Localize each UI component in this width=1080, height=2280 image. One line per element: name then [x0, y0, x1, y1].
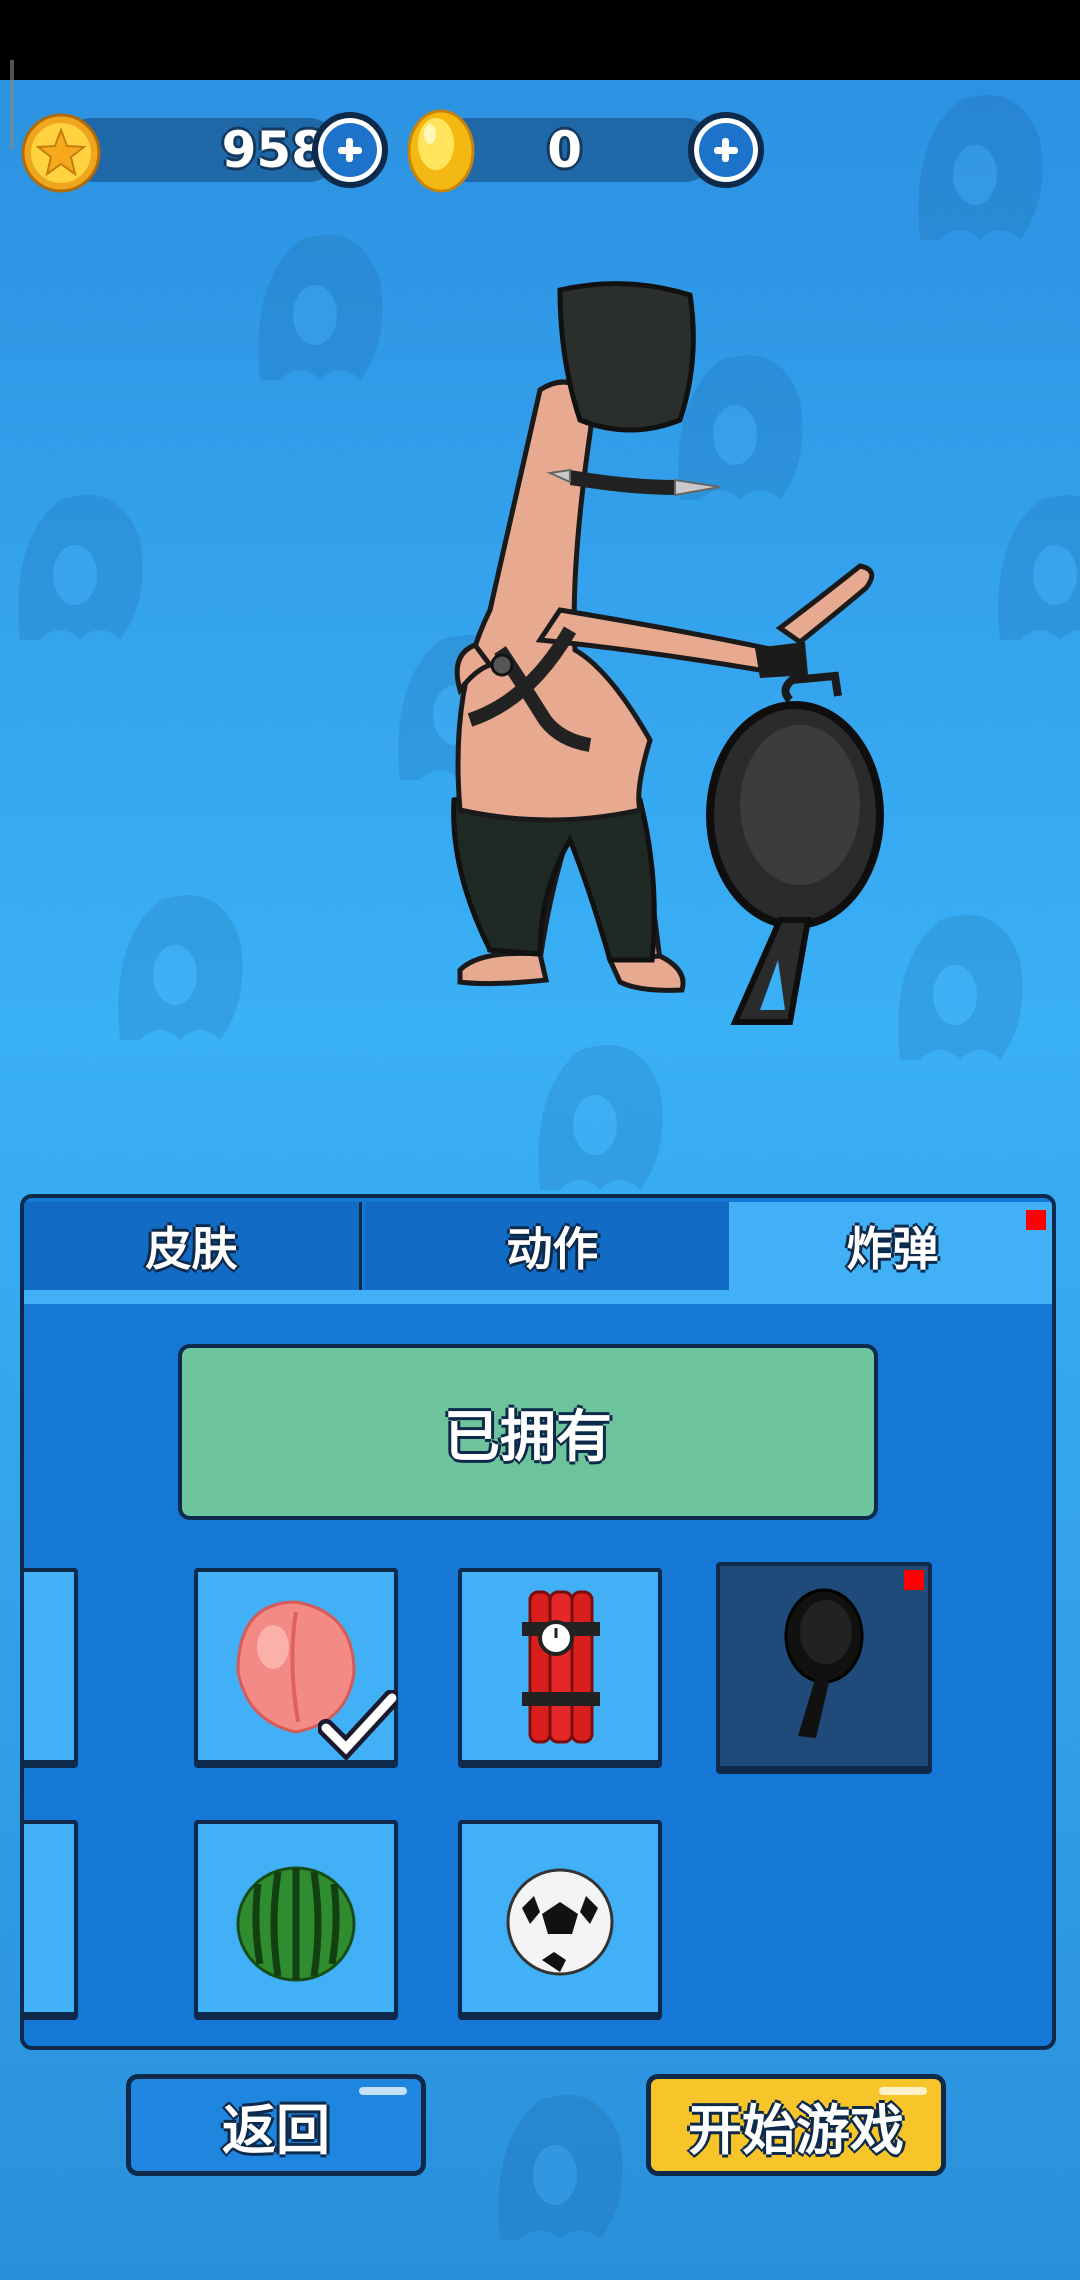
add-gold-button[interactable]	[688, 112, 764, 188]
gold-coin-icon	[407, 109, 475, 193]
owned-status-banner: 已拥有	[178, 1344, 878, 1520]
category-tabs: 皮肤 动作 炸弹	[24, 1198, 1052, 1298]
status-bar	[0, 0, 1080, 150]
item-panel: 皮肤 动作 炸弹 已拥有	[20, 1194, 1056, 2050]
ghost-icon	[898, 915, 1023, 1060]
tab-label: 皮肤	[145, 1222, 238, 1276]
ghost-icon	[258, 235, 383, 380]
frying-pan-icon	[784, 1588, 864, 1738]
star-count: 958	[221, 121, 326, 179]
item-slot-partial[interactable]	[24, 1568, 78, 1768]
ghost-icon	[998, 495, 1080, 640]
tab-label: 炸弹	[846, 1222, 939, 1276]
ghost-icon	[18, 495, 143, 640]
ghost-icon	[918, 95, 1043, 240]
item-dynamite[interactable]	[458, 1568, 662, 1768]
back-button-label: 返回	[222, 2098, 330, 2162]
star-currency: 958	[20, 112, 390, 193]
checkmark-icon	[318, 1690, 398, 1760]
watermelon-icon	[236, 1866, 356, 1982]
soccer-ball-icon	[506, 1868, 614, 1976]
item-peach[interactable]	[194, 1568, 398, 1768]
ghost-icon	[538, 1045, 663, 1190]
owned-status-label: 已拥有	[444, 1404, 612, 1470]
add-stars-button[interactable]	[312, 112, 388, 188]
ghost-icon	[498, 2095, 623, 2240]
item-soccer-ball[interactable]	[458, 1820, 662, 2020]
gold-count: 0	[547, 121, 582, 179]
start-game-button[interactable]: 开始游戏	[646, 2074, 946, 2176]
item-slot-partial[interactable]	[24, 1820, 78, 2020]
tab-actions[interactable]: 动作	[365, 1202, 743, 1290]
ghost-icon	[118, 895, 243, 1040]
tab-label: 动作	[506, 1222, 599, 1276]
new-badge	[1026, 1210, 1046, 1230]
tab-skins[interactable]: 皮肤	[24, 1202, 362, 1290]
gold-currency: 0	[406, 109, 766, 193]
new-badge	[904, 1570, 924, 1590]
start-game-button-label: 开始游戏	[688, 2098, 904, 2162]
item-watermelon[interactable]	[194, 1820, 398, 2020]
dynamite-icon	[522, 1590, 600, 1744]
tab-bombs[interactable]: 炸弹	[729, 1202, 1052, 1290]
item-frying-pan[interactable]	[716, 1562, 932, 1774]
character-preview[interactable]	[420, 270, 900, 1050]
star-coin-icon	[21, 113, 101, 193]
back-button[interactable]: 返回	[126, 2074, 426, 2176]
